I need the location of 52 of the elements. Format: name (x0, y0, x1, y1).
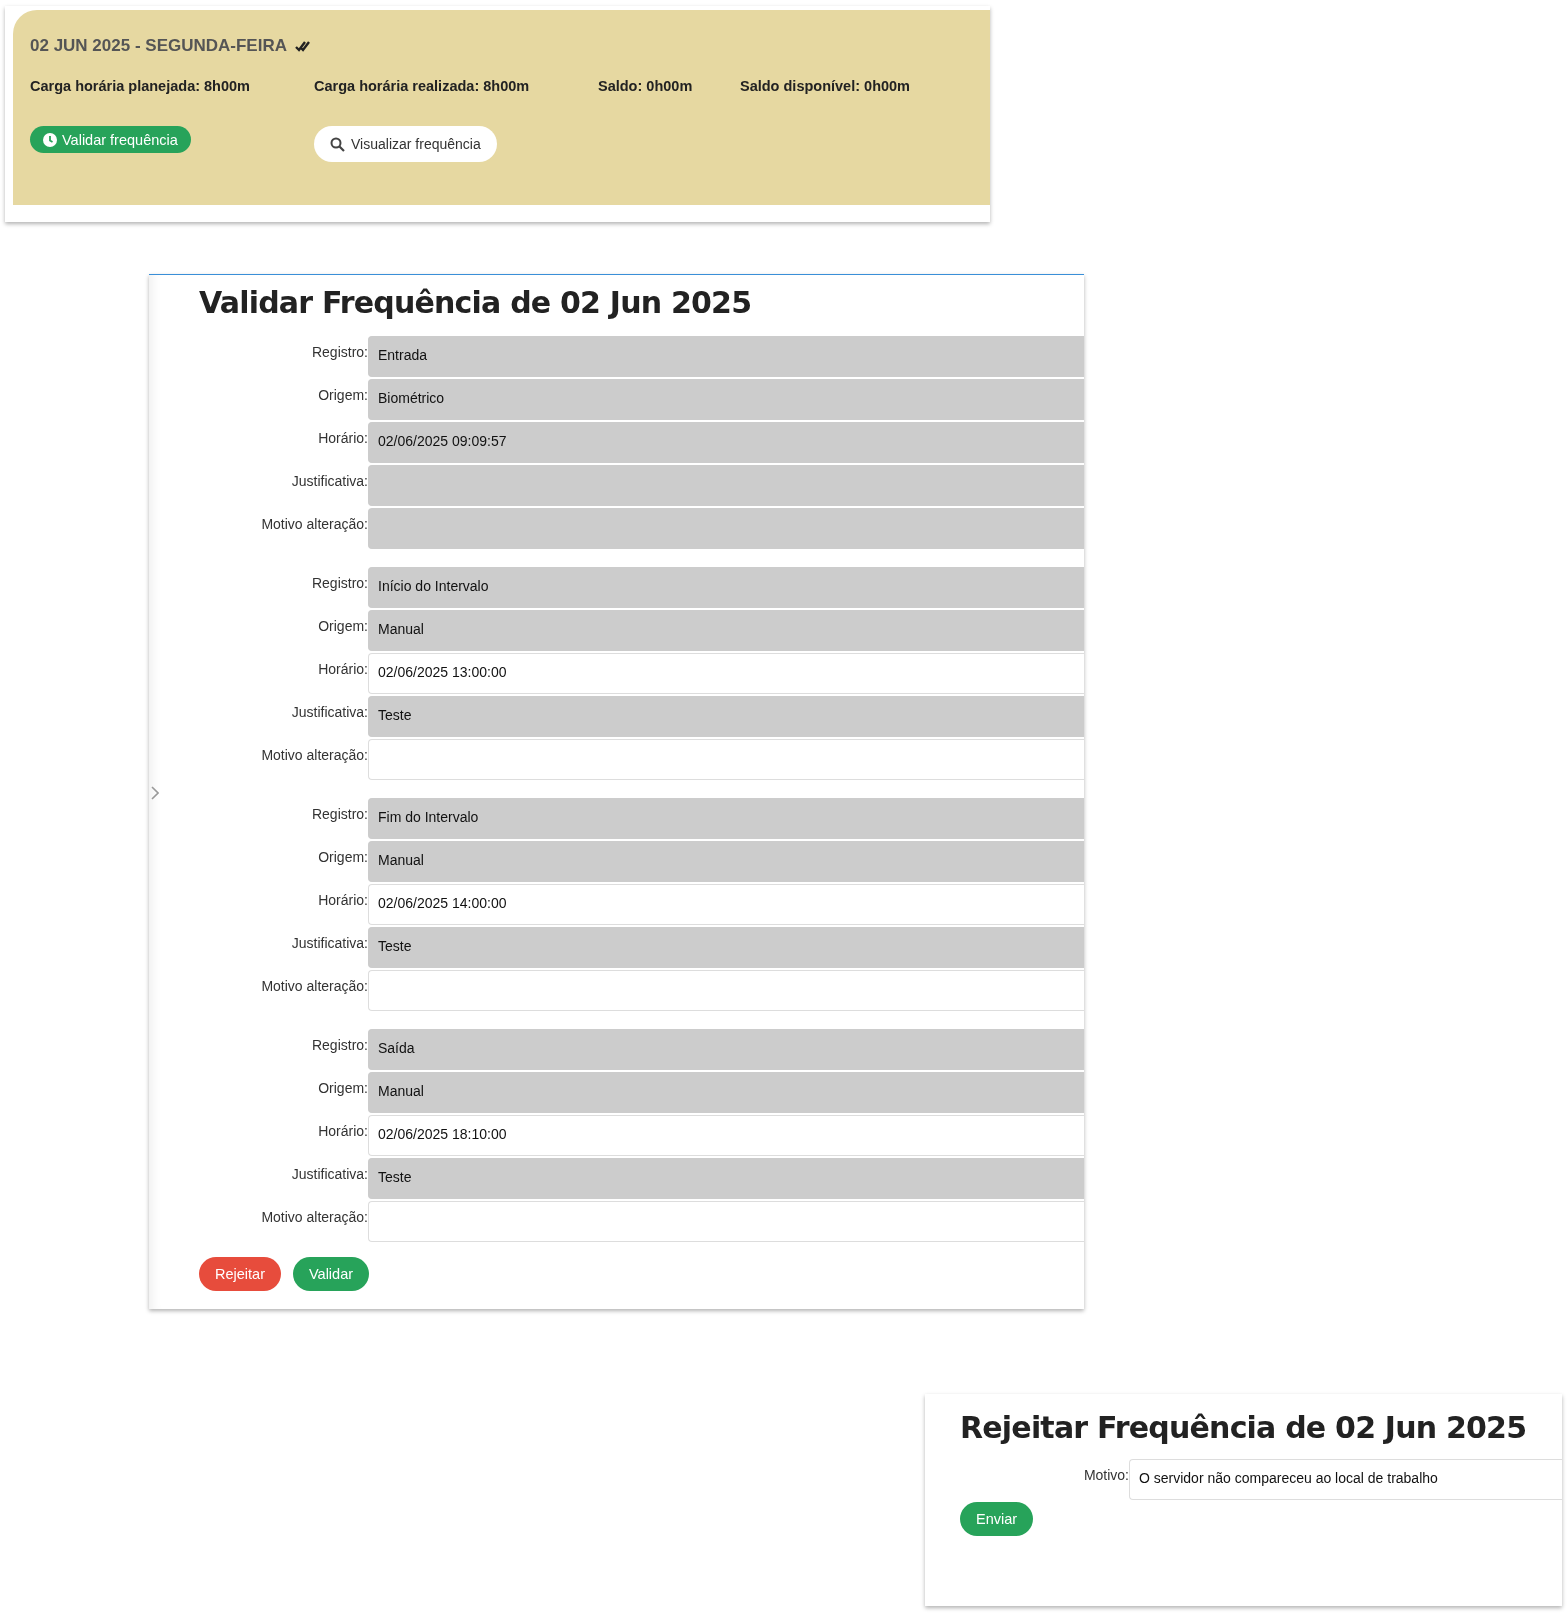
field-label: Horário: (317, 891, 368, 910)
chevron-icon[interactable] (151, 786, 159, 800)
field-label: Origem: (317, 1079, 368, 1098)
field-label: Horário: (317, 660, 368, 679)
input-field: Manual (368, 841, 1084, 882)
input-field[interactable] (368, 970, 1084, 1011)
dialog-title: Rejeitar Frequência de 02 Jun 2025 (960, 1410, 1528, 1445)
stat-text: Saldo: 0h00m (598, 78, 694, 94)
input-field: Teste (368, 1158, 1084, 1199)
field-label: Motivo: (1082, 1466, 1129, 1485)
field-label: Motivo alteração: (260, 515, 368, 534)
input-field: Início do Intervalo (368, 567, 1084, 608)
field-label: Justificativa: (290, 472, 368, 491)
input-field: Fim do Intervalo (368, 798, 1084, 839)
field-label: Motivo alteração: (260, 977, 368, 996)
field-label: Registro: (310, 1036, 368, 1055)
stat-text: Saldo disponível: 0h00m (740, 78, 911, 94)
clock-icon (43, 132, 57, 147)
input-field[interactable] (368, 739, 1084, 780)
input-field: Teste (368, 927, 1084, 968)
search-icon (330, 136, 345, 152)
field-label: Registro: (310, 574, 368, 593)
view-button[interactable]: Visualizar frequência (314, 126, 497, 162)
field-label: Origem: (317, 848, 368, 867)
input-field[interactable]: 02/06/2025 14:00:00 (368, 884, 1084, 925)
field-label: Justificativa: (290, 934, 368, 953)
field-label: Motivo alteração: (260, 746, 368, 765)
input-field[interactable] (368, 1201, 1084, 1242)
stat-text: Carga horária planejada: 8h00m (30, 78, 251, 94)
input-field[interactable]: O servidor não compareceu ao local de trabalho (1129, 1459, 1562, 1500)
input-field: 02/06/2025 09:09:57 (368, 422, 1084, 463)
field-label: Horário: (317, 1122, 368, 1141)
input-field: Manual (368, 1072, 1084, 1113)
input-field[interactable]: 02/06/2025 18:10:00 (368, 1115, 1084, 1156)
field-label: Origem: (317, 386, 368, 405)
stat-text: Carga horária realizada: 8h00m (314, 78, 531, 94)
input-field: Biométrico (368, 379, 1084, 420)
input-field: Saída (368, 1029, 1084, 1070)
field-label: Motivo alteração: (260, 1208, 368, 1227)
input-field: Teste (368, 696, 1084, 737)
field-label: Registro: (310, 805, 368, 824)
input-field[interactable]: 02/06/2025 13:00:00 (368, 653, 1084, 694)
field-label: Origem: (317, 617, 368, 636)
field-label: Justificativa: (290, 703, 368, 722)
input-field: Manual (368, 610, 1084, 651)
reject-button[interactable]: Rejeitar (199, 1257, 281, 1291)
field-label: Justificativa: (290, 1165, 368, 1184)
field-label: Horário: (317, 429, 368, 448)
field-label: Registro: (310, 343, 368, 362)
input-field: Entrada (368, 336, 1084, 377)
dialog-title: Validar Frequência de 02 Jun 2025 (199, 285, 753, 320)
day-title: 02 JUN 2025 - SEGUNDA-FEIRA (30, 36, 287, 56)
